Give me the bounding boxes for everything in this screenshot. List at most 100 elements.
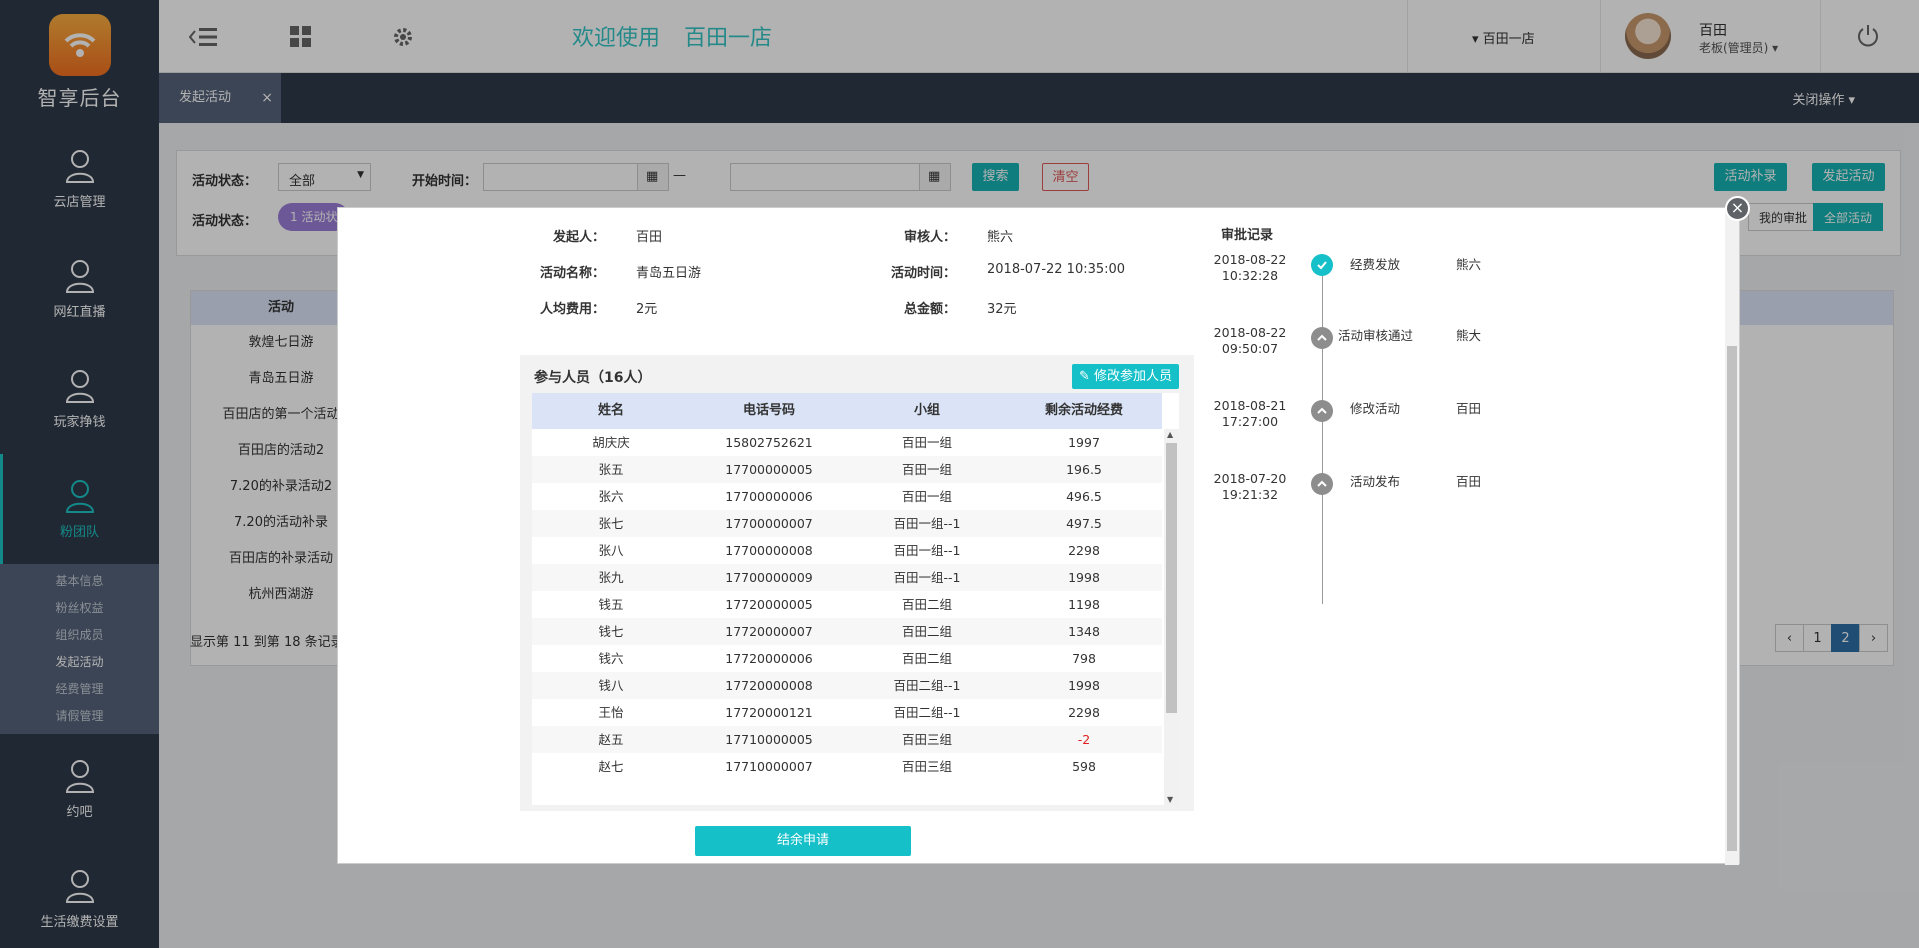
scroll-up-icon[interactable]: ▲ <box>1167 430 1173 439</box>
name-cell: 张六 <box>598 489 624 504</box>
remaining-funds-cell: 1348 <box>1068 624 1100 639</box>
audit-action: 活动审核通过 <box>1338 328 1414 343</box>
group-cell: 百田一组 <box>901 435 952 450</box>
reviewer-value: 熊六 <box>987 230 1014 245</box>
table-row[interactable]: 王怡 17720000121 百田二组--1 2298 <box>532 699 1162 726</box>
remaining-funds-cell: 1998 <box>1068 570 1100 585</box>
audit-user: 百田 <box>1456 474 1482 489</box>
name-cell: 张七 <box>598 516 624 531</box>
audit-user: 百田 <box>1456 401 1482 416</box>
group-cell: 百田一组 <box>901 489 952 504</box>
phone-cell: 15802752621 <box>725 435 813 450</box>
name-cell: 胡庆庆 <box>592 435 630 450</box>
audit-action: 活动发布 <box>1350 474 1401 489</box>
remaining-funds-cell: 497.5 <box>1066 516 1102 531</box>
table-row[interactable]: 赵五 17710000005 百田三组 -2 <box>532 726 1162 753</box>
activity-name-value: 青岛五日游 <box>636 266 702 281</box>
table-row[interactable]: 张五 17700000005 百田一组 196.5 <box>532 456 1162 483</box>
participants-panel: 参与人员（16人） ✎ 修改参加人员 姓名 电话号码 小组 剩余活动经费 胡庆庆… <box>520 355 1194 811</box>
total-value: 32元 <box>987 302 1017 317</box>
audit-time: 09:50:07 <box>1221 341 1279 356</box>
remaining-funds-cell: 1198 <box>1068 597 1100 612</box>
name-cell: 王怡 <box>598 705 624 720</box>
table-header: 姓名 电话号码 小组 剩余活动经费 <box>532 393 1162 429</box>
table-row[interactable]: 张八 17700000008 百田一组--1 2298 <box>532 537 1162 564</box>
audit-datetime: 2018-08-22 09:50:07 <box>1206 325 1294 357</box>
phone-cell: 17720000008 <box>725 678 813 693</box>
audit-date: 2018-08-22 <box>1213 325 1287 340</box>
remaining-funds-cell: 1998 <box>1068 678 1100 693</box>
audit-datetime: 2018-08-21 17:27:00 <box>1206 398 1294 430</box>
table-row[interactable]: 张九 17700000009 百田一组--1 1998 <box>532 564 1162 591</box>
total-label: 总金额： <box>903 302 956 317</box>
audit-time: 17:27:00 <box>1221 414 1279 429</box>
edit-participants-button[interactable]: ✎ 修改参加人员 <box>1072 364 1179 389</box>
audit-records-title: 审批记录 <box>1221 228 1274 243</box>
name-cell: 钱五 <box>598 597 624 612</box>
edit-participants-label: 修改参加人员 <box>1094 369 1173 384</box>
participants-table: 姓名 电话号码 小组 剩余活动经费 胡庆庆 15802752621 百田一组 1997… <box>532 393 1179 805</box>
group-cell: 百田二组--1 <box>893 678 961 693</box>
activity-detail-modal: 发起人： 百田 审核人： 熊六 活动名称： 青岛五日游 活动时间： 2018-0… <box>337 207 1740 865</box>
phone-cell: 17700000008 <box>725 543 813 558</box>
group-cell: 百田二组 <box>901 624 952 639</box>
phone-cell: 17720000007 <box>725 624 813 639</box>
close-icon[interactable]: × <box>1725 196 1750 221</box>
name-cell: 张八 <box>598 543 624 558</box>
participants-title: 参与人员（16人） <box>534 370 652 386</box>
table-row[interactable]: 钱六 17720000006 百田二组 798 <box>532 645 1162 672</box>
check-circle-icon <box>1311 254 1333 276</box>
table-row[interactable]: 钱五 17720000005 百田二组 1198 <box>532 591 1162 618</box>
name-cell: 张九 <box>598 570 624 585</box>
audit-action: 经费发放 <box>1350 257 1401 272</box>
phone-cell: 17700000007 <box>725 516 813 531</box>
initiator-value: 百田 <box>636 230 663 245</box>
participants-rows: 胡庆庆 15802752621 百田一组 1997 张五 17700000005 百田一组 1… <box>532 429 1162 805</box>
phone-cell: 17710000007 <box>725 759 813 774</box>
audit-time: 10:32:28 <box>1221 268 1279 283</box>
remaining-funds-cell: 2298 <box>1068 705 1100 720</box>
column-header: 姓名 <box>597 403 624 418</box>
group-cell: 百田二组--1 <box>893 705 961 720</box>
scrollbar[interactable]: ▲ ▼ <box>1164 429 1179 805</box>
table-row[interactable]: 赵七 17710000007 百田三组 598 <box>532 753 1162 780</box>
scroll-down-icon[interactable]: ▼ <box>1167 795 1173 804</box>
name-cell: 钱八 <box>598 678 624 693</box>
column-header: 电话号码 <box>742 403 795 418</box>
phone-cell: 17710000005 <box>725 732 813 747</box>
column-header: 小组 <box>913 403 940 418</box>
table-row[interactable]: 钱七 17720000007 百田二组 1348 <box>532 618 1162 645</box>
modal-scrollbar[interactable] <box>1725 208 1739 865</box>
initiator-label: 发起人： <box>552 230 605 245</box>
audit-date: 2018-08-21 <box>1213 398 1287 413</box>
group-cell: 百田一组--1 <box>893 543 961 558</box>
scroll-thumb[interactable] <box>1166 443 1177 713</box>
per-capita-value: 2元 <box>636 302 658 317</box>
edit-icon: ✎ <box>1078 369 1094 384</box>
column-header: 剩余活动经费 <box>1044 403 1123 418</box>
table-row[interactable]: 胡庆庆 15802752621 百田一组 1997 <box>532 429 1162 456</box>
remaining-funds-cell: -2 <box>1077 732 1091 747</box>
name-cell: 钱六 <box>598 651 624 666</box>
table-row[interactable]: 钱八 17720000008 百田二组--1 1998 <box>532 672 1162 699</box>
phone-cell: 17720000006 <box>725 651 813 666</box>
scroll-thumb[interactable] <box>1727 346 1737 851</box>
group-cell: 百田二组 <box>901 597 952 612</box>
phone-cell: 17700000009 <box>725 570 813 585</box>
phone-cell: 17720000005 <box>725 597 813 612</box>
table-row[interactable]: 张七 17700000007 百田一组--1 497.5 <box>532 510 1162 537</box>
audit-user: 熊大 <box>1456 328 1482 343</box>
audit-datetime: 2018-07-20 19:21:32 <box>1206 471 1294 503</box>
chevron-up-circle-icon <box>1311 400 1333 422</box>
surplus-apply-button[interactable]: 结余申请 <box>695 826 911 856</box>
name-cell: 赵七 <box>598 759 624 774</box>
group-cell: 百田一组 <box>901 462 952 477</box>
name-cell: 赵五 <box>598 732 624 747</box>
group-cell: 百田一组--1 <box>893 516 961 531</box>
group-cell: 百田二组 <box>901 651 952 666</box>
remaining-funds-cell: 2298 <box>1068 543 1100 558</box>
group-cell: 百田一组--1 <box>893 570 961 585</box>
remaining-funds-cell: 496.5 <box>1066 489 1102 504</box>
table-row[interactable]: 张六 17700000006 百田一组 496.5 <box>532 483 1162 510</box>
per-capita-label: 人均费用： <box>539 302 605 317</box>
